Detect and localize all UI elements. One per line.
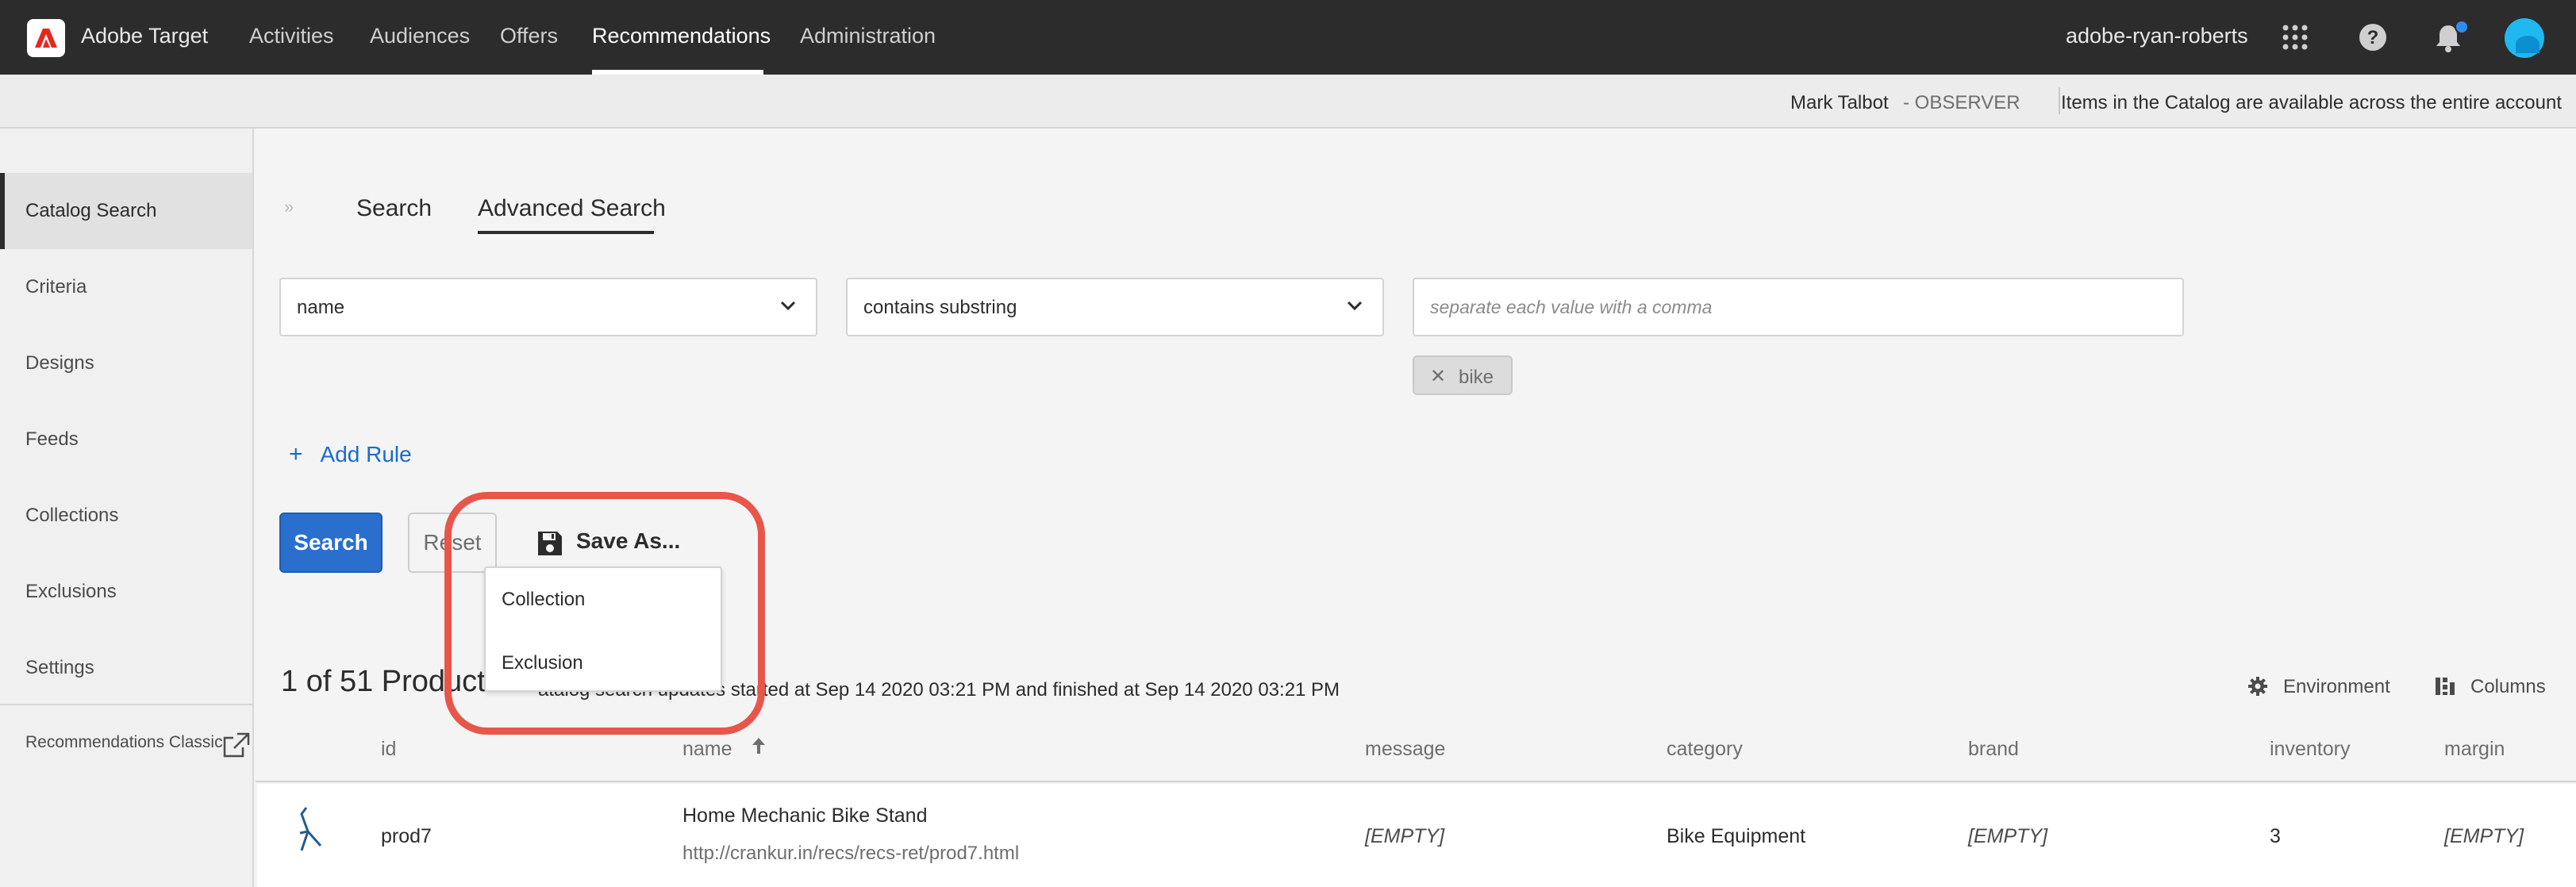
nav-activities[interactable]: Activities (249, 24, 334, 48)
chevron-down-icon (1346, 300, 1363, 315)
environment-button[interactable]: Environment (2283, 676, 2390, 698)
column-header-inventory[interactable]: inventory (2270, 738, 2350, 761)
column-header-margin[interactable]: margin (2444, 738, 2505, 761)
attribute-select-value: name (297, 297, 345, 318)
remove-tag-icon[interactable]: ✕ (1430, 365, 1446, 388)
columns-button[interactable]: Columns (2470, 676, 2546, 698)
sidebar-item-feeds[interactable]: Feeds (0, 401, 252, 478)
column-header-id[interactable]: id (381, 738, 396, 761)
notification-badge (2455, 20, 2469, 34)
cell-margin: [EMPTY] (2444, 825, 2524, 847)
sidebar: Catalog Search Criteria Designs Feeds Co… (0, 129, 254, 887)
sidebar-item-collections[interactable]: Collections (0, 478, 252, 554)
nav-administration[interactable]: Administration (800, 24, 936, 48)
current-user-name: Mark Talbot (1790, 92, 1889, 113)
app-name[interactable]: Adobe Target (81, 24, 208, 48)
nav-offers[interactable]: Offers (500, 24, 558, 48)
cell-brand: [EMPTY] (1968, 825, 2048, 847)
sidebar-divider (0, 704, 252, 705)
column-header-brand[interactable]: brand (1968, 738, 2019, 761)
adobe-logo-icon[interactable] (27, 19, 65, 57)
sidebar-item-criteria[interactable]: Criteria (0, 249, 252, 325)
top-nav-bar: Adobe Target Activities Audiences Offers… (0, 0, 2576, 75)
recommendations-classic-link[interactable]: Recommendations Classic (25, 733, 223, 752)
callout-highlight (444, 492, 765, 735)
collapse-sidebar-icon[interactable]: » (284, 197, 294, 217)
svg-text:?: ? (2367, 27, 2379, 48)
cell-url[interactable]: http://crankur.in/recs/recs-ret/prod7.ht… (682, 843, 1019, 865)
column-header-category[interactable]: category (1667, 738, 1743, 761)
value-tag-label: bike (1459, 367, 1494, 388)
tab-search[interactable]: Search (356, 195, 432, 222)
catalog-scope-note: Items in the Catalog are available acros… (2061, 92, 2563, 113)
column-header-name[interactable]: name (682, 738, 732, 761)
cell-name[interactable]: Home Mechanic Bike Stand (682, 804, 927, 827)
sidebar-item-catalog-search[interactable]: Catalog Search (0, 173, 252, 249)
sidebar-item-exclusions[interactable]: Exclusions (0, 554, 252, 630)
table-row[interactable]: prod7 Home Mechanic Bike Stand http://cr… (257, 784, 2576, 887)
nav-audiences[interactable]: Audiences (370, 24, 470, 48)
column-header-message[interactable]: message (1365, 738, 1445, 761)
tab-active-indicator (478, 231, 654, 234)
gear-icon[interactable] (2247, 676, 2268, 701)
current-user-role: - OBSERVER (1903, 92, 2020, 113)
search-button[interactable]: Search (279, 513, 383, 573)
cell-message: [EMPTY] (1365, 825, 1445, 847)
org-switcher[interactable]: adobe-ryan-roberts (2066, 24, 2248, 48)
help-icon[interactable]: ? (2359, 23, 2387, 56)
subheader-divider (2059, 87, 2060, 114)
sidebar-item-designs[interactable]: Designs (0, 325, 252, 401)
plus-icon: + (289, 441, 303, 467)
cell-inventory: 3 (2270, 825, 2281, 847)
add-rule-button[interactable]: + Add Rule (289, 441, 412, 468)
operator-select[interactable]: contains substring (846, 278, 1384, 336)
sort-ascending-icon[interactable] (751, 736, 767, 761)
value-tag: ✕ bike (1413, 355, 1513, 395)
product-thumbnail (297, 806, 324, 861)
cell-id: prod7 (381, 825, 432, 847)
rule-value-input[interactable] (1413, 278, 2184, 336)
add-rule-label: Add Rule (320, 442, 412, 467)
chevron-down-icon (779, 300, 797, 315)
nav-recommendations[interactable]: Recommendations (592, 24, 771, 48)
apps-grid-icon[interactable] (2282, 25, 2308, 54)
external-link-icon[interactable] (222, 731, 251, 762)
subheader: Mark Talbot - OBSERVER Items in the Cata… (0, 75, 2576, 129)
cell-category: Bike Equipment (1667, 825, 1806, 847)
attribute-select[interactable]: name (279, 278, 817, 336)
columns-icon[interactable] (2435, 676, 2455, 701)
operator-select-value: contains substring (863, 297, 1017, 318)
tab-advanced-search[interactable]: Advanced Search (478, 195, 666, 222)
avatar[interactable] (2505, 18, 2544, 58)
sidebar-item-settings[interactable]: Settings (0, 630, 252, 706)
